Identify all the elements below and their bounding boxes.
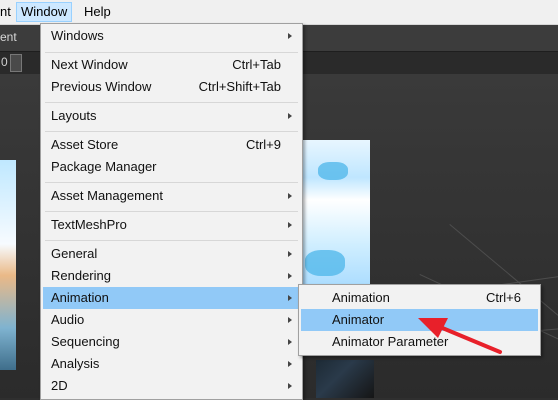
menu-item-general[interactable]: General — [43, 243, 300, 265]
toolbar-button[interactable] — [10, 54, 22, 72]
menu-item-previous-window[interactable]: Previous Window Ctrl+Shift+Tab — [43, 76, 300, 98]
scene-image-sky — [300, 140, 370, 290]
menu-separator — [45, 102, 298, 103]
submenu-arrow-icon — [288, 361, 292, 367]
menu-item-animation[interactable]: Animation — [43, 287, 300, 309]
menu-separator — [45, 52, 298, 53]
menu-item-asset-store[interactable]: Asset Store Ctrl+9 — [43, 134, 300, 156]
submenu-arrow-icon — [288, 113, 292, 119]
submenu-item-animator[interactable]: Animator — [301, 309, 538, 331]
menu-item-layouts[interactable]: Layouts — [43, 105, 300, 127]
editor-tab-fragment[interactable]: ent — [0, 30, 17, 44]
menu-separator — [45, 182, 298, 183]
menu-bar: nt Window Help — [0, 0, 558, 25]
menu-item-textmeshpro[interactable]: TextMeshPro — [43, 214, 300, 236]
menu-window[interactable]: Window — [16, 2, 73, 22]
shortcut-label: Ctrl+9 — [245, 137, 281, 152]
submenu-arrow-icon — [288, 383, 292, 389]
scene-image-left — [0, 160, 16, 370]
submenu-arrow-icon — [288, 317, 292, 323]
menu-item-next-window[interactable]: Next Window Ctrl+Tab — [43, 54, 300, 76]
submenu-arrow-icon — [288, 193, 292, 199]
menu-separator — [45, 211, 298, 212]
menu-item-analysis[interactable]: Analysis — [43, 353, 300, 375]
toolbar-fragment: 0 — [1, 55, 8, 69]
submenu-arrow-icon — [288, 339, 292, 345]
menu-item-sequencing[interactable]: Sequencing — [43, 331, 300, 353]
menu-item-package-manager[interactable]: Package Manager — [43, 156, 300, 178]
submenu-item-animator-parameter[interactable]: Animator Parameter — [301, 331, 538, 353]
window-menu: Windows Next Window Ctrl+Tab Previous Wi… — [40, 23, 303, 400]
menu-item-rendering[interactable]: Rendering — [43, 265, 300, 287]
scene-object-dark — [316, 360, 374, 398]
menu-item-windows[interactable]: Windows — [43, 25, 300, 47]
submenu-arrow-icon — [288, 222, 292, 228]
menu-item-asset-management[interactable]: Asset Management — [43, 185, 300, 207]
shortcut-label: Ctrl+Tab — [232, 57, 281, 72]
menu-item-2d[interactable]: 2D — [43, 375, 300, 397]
menu-item-audio[interactable]: Audio — [43, 309, 300, 331]
submenu-arrow-icon — [288, 295, 292, 301]
submenu-arrow-icon — [288, 33, 292, 39]
shortcut-label: Ctrl+6 — [485, 290, 521, 305]
menu-separator — [45, 131, 298, 132]
submenu-arrow-icon — [288, 251, 292, 257]
submenu-item-animation[interactable]: Animation Ctrl+6 — [301, 287, 538, 309]
submenu-arrow-icon — [288, 273, 292, 279]
shortcut-label: Ctrl+Shift+Tab — [198, 79, 281, 94]
menu-partial-item[interactable]: nt — [0, 3, 15, 21]
menu-help[interactable]: Help — [80, 3, 115, 21]
animation-submenu: Animation Ctrl+6 Animator Animator Param… — [298, 284, 541, 356]
menu-separator — [45, 240, 298, 241]
